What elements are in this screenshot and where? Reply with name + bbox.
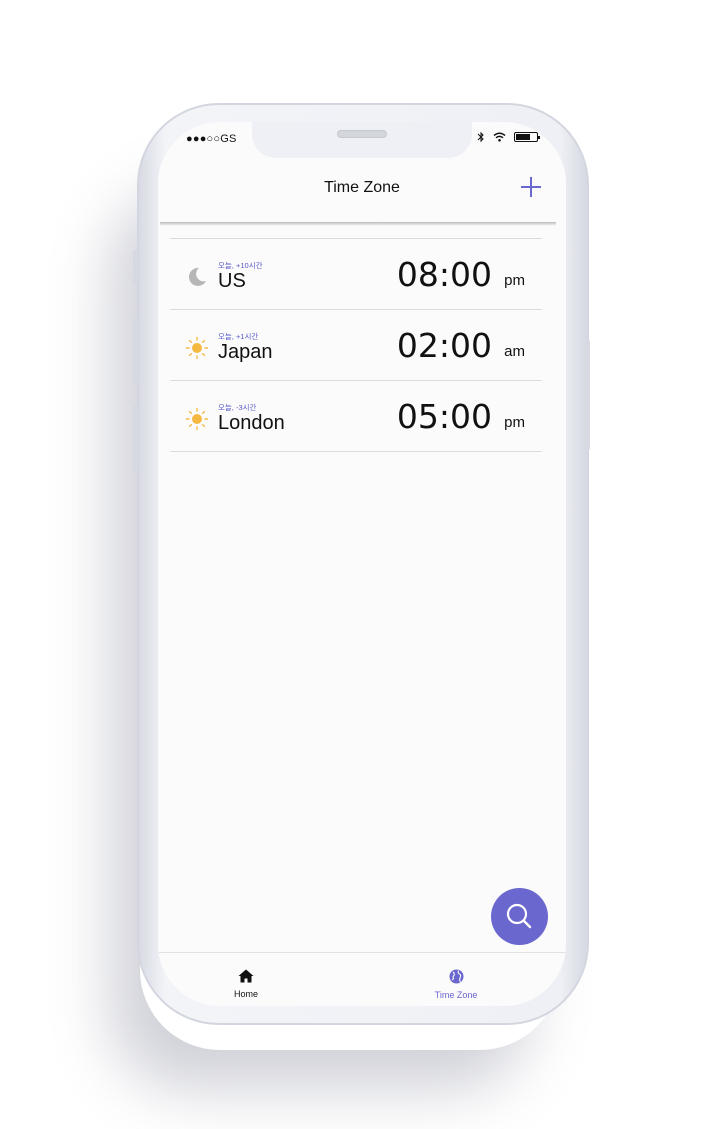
device-mockup: ●●●○○GS Time Zone 오늘, +10시간 US 08:00 pm …: [0, 0, 723, 1129]
ampm-label: pm: [504, 272, 525, 289]
timezone-list: 오늘, +10시간 US 08:00 pm 오늘, +1시간 Japan 02:…: [170, 238, 542, 452]
tab-home-label: Home: [233, 989, 258, 999]
bottom-tab-bar: Home Time Zone: [158, 952, 566, 1006]
ampm-label: am: [504, 343, 525, 360]
carrier-signal: ●●●○○GS: [186, 133, 237, 145]
bluetooth-icon: [477, 131, 484, 143]
list-item[interactable]: 오늘, +10시간 US 08:00 pm: [170, 239, 542, 310]
volume-down-button: [133, 405, 138, 471]
wifi-icon: [493, 132, 506, 142]
ampm-label: pm: [504, 414, 525, 431]
local-time: 08:00: [396, 255, 492, 294]
power-button: [586, 340, 590, 450]
sun-icon: [185, 407, 209, 431]
local-time: 02:00: [396, 326, 492, 365]
volume-up-button: [133, 318, 138, 384]
battery-icon: [514, 132, 540, 142]
list-item[interactable]: 오늘, +1시간 Japan 02:00 am: [170, 310, 542, 381]
globe-icon: [449, 969, 463, 984]
search-icon: [506, 903, 532, 929]
add-timezone-button[interactable]: [518, 174, 544, 200]
app-screen: ●●●○○GS Time Zone 오늘, +10시간 US 08:00 pm …: [158, 122, 566, 1006]
local-time: 05:00: [396, 397, 492, 436]
list-item[interactable]: 오늘, -3시간 London 05:00 pm: [170, 381, 542, 452]
home-icon: [238, 969, 254, 983]
page-title: Time Zone: [324, 179, 400, 196]
app-header: Time Zone: [158, 162, 566, 222]
city-name: London: [218, 412, 285, 434]
search-button[interactable]: [491, 888, 548, 945]
city-name: US: [218, 270, 246, 292]
notch: [252, 122, 472, 158]
tab-home[interactable]: Home: [216, 969, 276, 999]
speaker-grille: [337, 130, 387, 138]
city-name: Japan: [218, 341, 273, 363]
sun-icon: [185, 336, 209, 360]
status-icons: [477, 131, 540, 143]
moon-icon: [188, 267, 206, 286]
mute-switch: [133, 250, 138, 285]
tab-time-zone[interactable]: Time Zone: [426, 969, 486, 1000]
tab-time-zone-label: Time Zone: [434, 990, 478, 1000]
header-divider: [160, 222, 556, 226]
